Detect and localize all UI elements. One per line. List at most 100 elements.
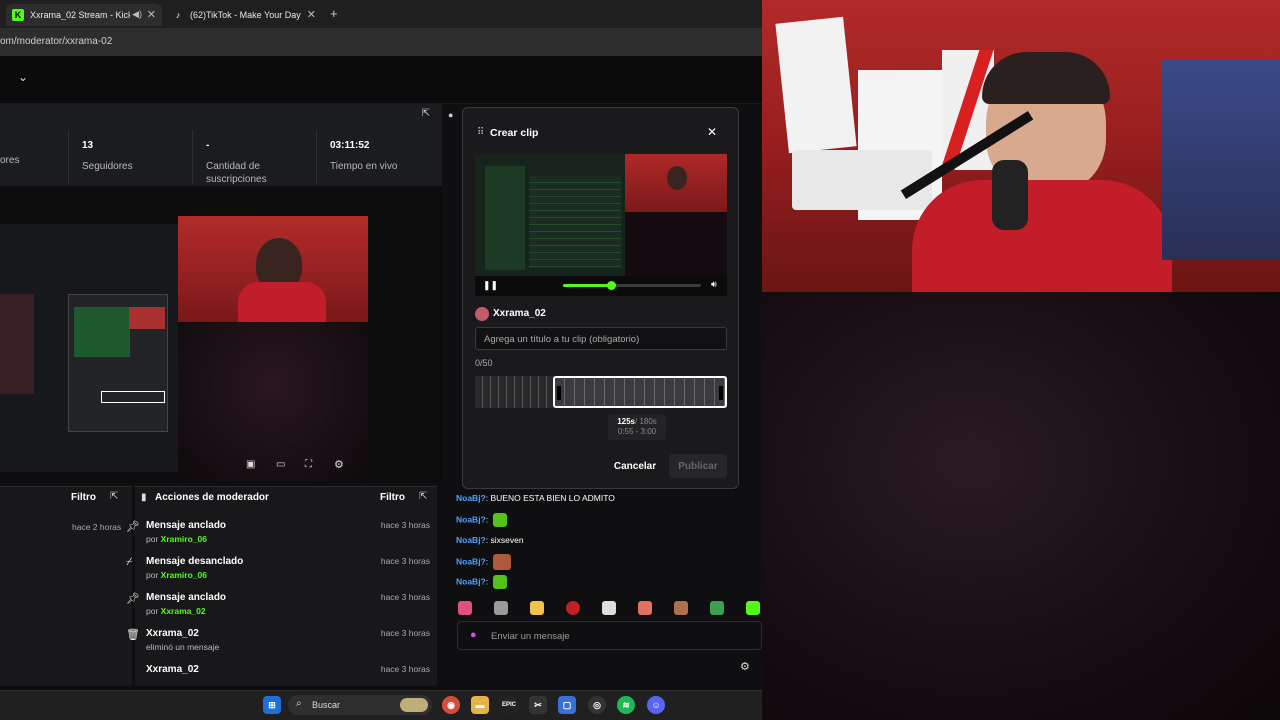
unpin-icon: ⌿ [126,556,133,568]
frame-list [529,176,621,268]
chat-username[interactable]: NoaBj? [456,493,486,503]
emote-button[interactable] [602,601,616,615]
chat-emote [493,513,508,527]
chat-text: BUENO ESTA BIEN LO ADMITO [490,493,615,503]
clip-video[interactable]: ❚❚ 🔊︎ [475,154,727,296]
browser-tab-bar: K Xxrama_02 Stream - Kick D ◀) ✕ ♪ (62)T… [0,0,762,28]
theater-icon[interactable]: ▭ [276,459,285,470]
playback-knob[interactable] [607,281,617,290]
microphone [992,160,1028,230]
stat-label: Cantidad de suscripciones [206,161,267,185]
screen-capture [0,224,178,472]
range-selection[interactable] [553,376,727,408]
url-text: om/moderator/xxrama-02 [0,36,113,47]
cancel-button[interactable]: Cancelar [607,454,663,478]
emote-button[interactable] [494,601,508,615]
popout-icon[interactable]: ⇱ [419,491,427,502]
chat-icon: ● [448,110,454,120]
playback-track[interactable] [563,281,701,290]
mod-user-link[interactable]: Xxrama_02 [161,606,206,616]
stat-live-time: 03:11:52 Tiempo en vivo [330,140,397,173]
search-icon: ⌕ [296,698,302,709]
volume-icon[interactable]: 🔊︎ [711,279,717,290]
clip-duration-max: / 180s [635,417,657,426]
emote-button[interactable] [530,601,544,615]
range-handle-right[interactable] [719,386,723,400]
chair-blue [1162,60,1280,260]
chat-settings-icon[interactable]: ⚙ [740,660,750,673]
close-tab-icon[interactable]: ✕ [147,8,156,21]
chat-username[interactable]: NoaBj? [456,556,486,566]
epic-games-icon[interactable]: EPIC [500,696,518,714]
close-tab-icon[interactable]: ✕ [307,8,316,21]
play-pause-icon[interactable]: ❚❚ [483,280,498,291]
chat-input-placeholder: Enviar un mensaje [491,631,570,642]
chat-input[interactable]: ● Enviar un mensaje [457,621,762,650]
windows-start-icon[interactable]: ⊞ [263,696,281,714]
chat-username[interactable]: NoaBj? [456,576,486,586]
clip-range-track[interactable] [475,376,727,408]
chat-username[interactable]: NoaBj? [456,535,486,545]
chat-username[interactable]: NoaBj? [456,514,486,524]
emote-bar [458,601,760,617]
close-icon[interactable]: ✕ [707,125,717,139]
filter-button[interactable]: Filtro [71,492,96,503]
mod-user-link[interactable]: Xramiro_06 [161,570,207,580]
mod-user-link[interactable]: Xramiro_06 [161,534,207,544]
spotify-icon[interactable]: ≋ [617,696,635,714]
capture-red [129,307,165,329]
emote-button[interactable] [710,601,724,615]
search-label: Buscar [312,700,341,710]
divider [192,130,193,184]
webcam-feed [762,0,1280,292]
file-explorer-icon[interactable]: ▬ [471,696,489,714]
shield-icon: ▮ [141,492,147,503]
popout-icon[interactable]: ⇱ [110,491,118,502]
capcut-icon[interactable]: ✂ [529,696,547,714]
new-tab-icon[interactable]: + [330,6,338,21]
chrome-icon[interactable]: ◉ [442,696,460,714]
popout-icon[interactable]: ⇱ [422,108,430,119]
fullscreen-icon[interactable]: ⛶ [305,459,312,470]
publish-button[interactable]: Publicar [669,454,727,478]
range-handle-left[interactable] [557,386,561,400]
emote-button[interactable] [746,601,760,615]
clip-title-placeholder: Agrega un título a tu clip (obligatorio) [484,334,640,345]
discord-icon[interactable]: ☺ [647,696,665,714]
clip-duration: 125s [617,417,635,426]
clip-title-input[interactable]: Agrega un título a tu clip (obligatorio) [475,327,727,350]
mod-action-item: 📌︎ Mensaje anclado por Xramiro_06 hace 3… [126,520,434,556]
emote-button[interactable] [638,601,652,615]
address-bar[interactable]: om/moderator/xxrama-02 [0,28,762,56]
range-tooltip: 125s/ 180s 0:55 - 3:00 [608,414,666,440]
filter-button[interactable]: Filtro [380,492,405,503]
capture-thumb [0,294,34,394]
miniplayer-icon[interactable]: ▣ [246,459,255,470]
jersey-white-left [775,16,857,154]
emote-button[interactable] [566,601,580,615]
chevron-down-icon[interactable]: ⌄ [18,70,28,84]
speaker-icon[interactable]: ◀) [132,9,142,20]
chat-message: NoaBj?: BUENO ESTA BIEN LO ADMITO [456,493,615,503]
mod-action-time: hace 3 horas [380,592,430,602]
drag-handle-icon[interactable]: ⠿ [477,127,484,138]
obs-icon[interactable]: ◎ [588,696,606,714]
settings-gear-icon[interactable]: ⚙ [334,458,344,471]
mic-icon[interactable]: ● [470,629,477,641]
clip-range: 0:55 - 3:00 [617,427,657,436]
emote-button[interactable] [458,601,472,615]
stream-background [762,292,1280,720]
emote-button[interactable] [674,601,688,615]
mod-action-time: hace 3 horas [380,628,430,638]
taskbar-search[interactable]: ⌕ Buscar [288,695,432,715]
app-icon[interactable]: ▢ [558,696,576,714]
mod-action-sub: por Xramiro_06 [146,570,207,580]
browser-tab-tiktok[interactable]: ♪ (62)TikTok - Make Your Day ✕ [166,4,322,26]
mod-action-sub: por Xxrama_02 [146,606,206,616]
pin-icon: 📌︎ [126,521,140,533]
pin-icon: 📌︎ [126,593,140,605]
clip-frame-dashboard [475,154,625,276]
desk-items [792,150,932,210]
browser-tab-kick[interactable]: K Xxrama_02 Stream - Kick D ◀) ✕ [6,4,162,26]
stat-viewers: ores [0,140,19,167]
